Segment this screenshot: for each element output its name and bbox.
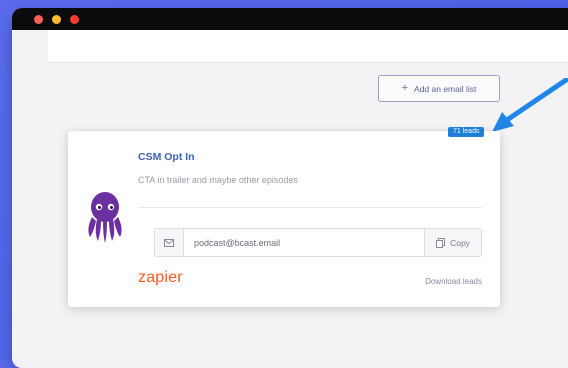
list-title[interactable]: CSM Opt In [138, 151, 195, 163]
zapier-logo: zapier [138, 269, 183, 286]
mail-icon [155, 229, 184, 256]
minimize-window-button[interactable] [52, 15, 61, 24]
window-titlebar [12, 8, 568, 30]
email-list-card: CSM Opt In CTA in trailer and maybe othe… [68, 131, 500, 307]
download-leads-link[interactable]: Download leads [425, 277, 482, 286]
leads-count-badge: 71 leads [448, 127, 485, 137]
email-address-field: podcast@bcast.email Copy [154, 228, 482, 257]
copy-email-button[interactable]: Copy [424, 229, 481, 256]
copy-label: Copy [450, 237, 470, 248]
add-email-list-button[interactable]: + Add an email list [378, 75, 500, 102]
add-email-list-label: Add an email list [414, 83, 477, 94]
zoom-window-button[interactable] [70, 15, 79, 24]
octopus-avatar-icon [88, 192, 122, 243]
copy-icon [436, 237, 446, 248]
top-panel [48, 30, 568, 63]
card-divider [138, 207, 482, 208]
plus-icon: + [401, 82, 409, 94]
email-address-text: podcast@bcast.email [194, 237, 281, 248]
list-description: CTA in trailer and maybe other episodes [138, 175, 298, 185]
close-window-button[interactable] [34, 15, 43, 24]
callout-arrow-icon [492, 78, 568, 132]
